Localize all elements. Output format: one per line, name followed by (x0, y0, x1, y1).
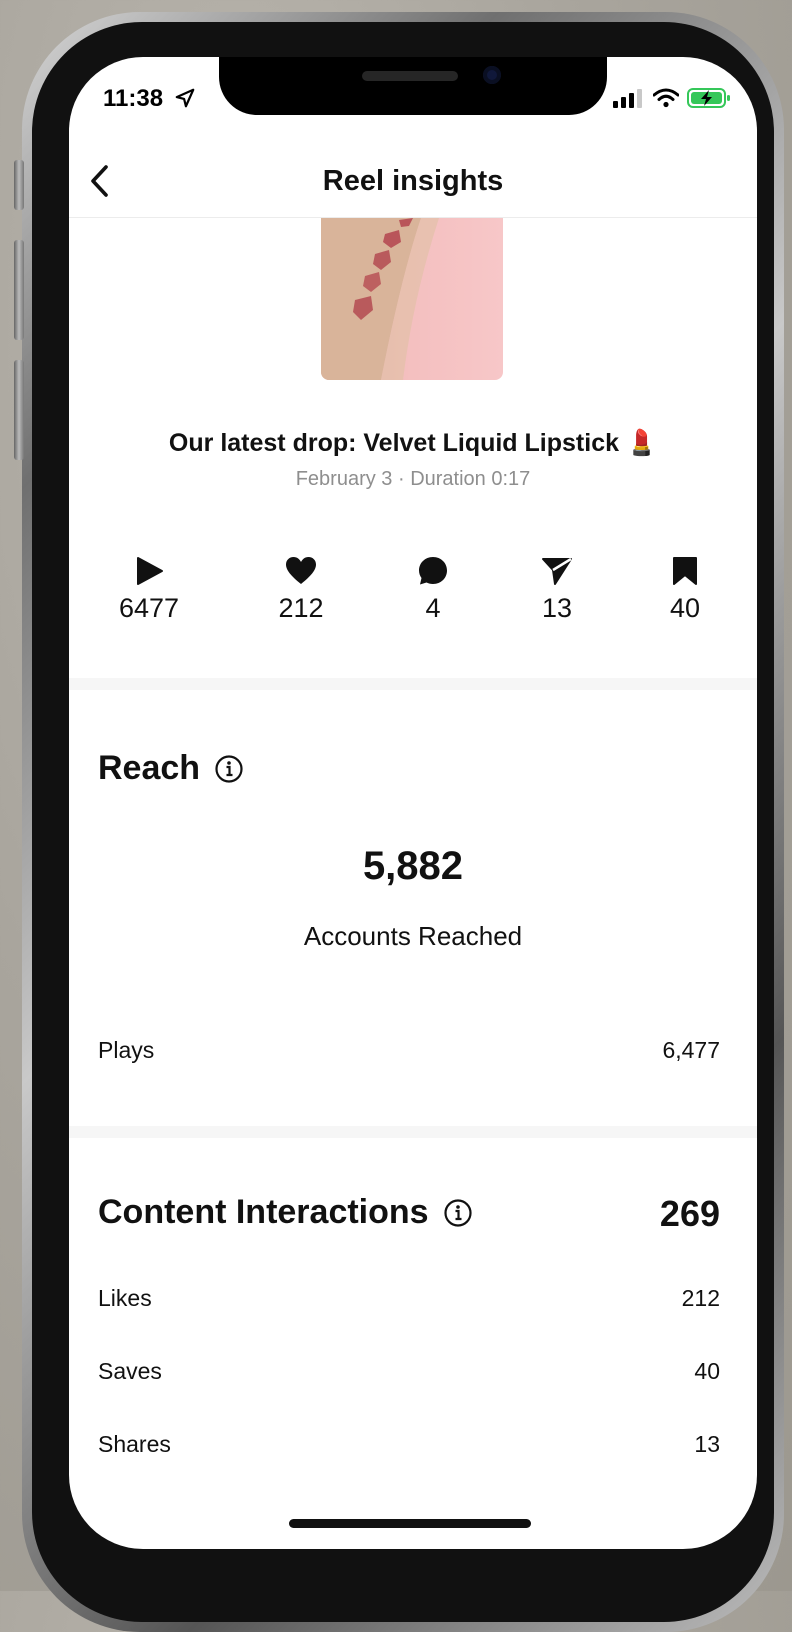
share-icon (542, 557, 572, 585)
plays-row: Plays 6,477 (98, 1037, 720, 1064)
info-icon[interactable] (214, 754, 244, 784)
heart-icon (286, 557, 316, 584)
volume-up-button (14, 240, 24, 340)
shares-row: Shares 13 (98, 1431, 720, 1458)
plays-label: Plays (98, 1037, 155, 1063)
stat-comments: 4 (383, 551, 483, 624)
page-title: Reel insights (322, 165, 504, 197)
accounts-reached-value: 5,882 (362, 844, 464, 888)
stat-likes: 212 (251, 551, 351, 624)
status-bar-time: 11:38 (103, 85, 196, 113)
plays-count: 6477 (118, 593, 180, 623)
volume-down-button (14, 360, 24, 460)
shares-label: Shares (98, 1431, 171, 1457)
stat-shares: 13 (507, 551, 607, 624)
comments-count: 4 (425, 593, 441, 623)
reel-date-duration: February 3 · Duration 0:17 (295, 468, 531, 490)
accounts-reached-label: Accounts Reached (303, 921, 523, 951)
section-divider (69, 678, 757, 690)
reel-thumbnail[interactable] (321, 218, 503, 380)
interactions-heading: Content Interactions (98, 1193, 473, 1232)
status-icons (613, 87, 731, 109)
comment-icon (419, 557, 447, 585)
wifi-icon (653, 88, 679, 108)
phone-screen: 11:38 Reel insights Our latest drop: Vel… (69, 57, 757, 1549)
home-indicator[interactable] (289, 1519, 531, 1528)
likes-value: 212 (681, 1285, 720, 1311)
bookmark-icon (673, 557, 697, 585)
reach-title: Reach (98, 749, 201, 787)
stat-saves: 40 (635, 551, 735, 624)
info-icon[interactable] (443, 1198, 473, 1228)
shares-value: 13 (694, 1431, 720, 1457)
speaker-grille (362, 71, 458, 81)
saves-label: Saves (98, 1358, 162, 1384)
saves-count: 40 (669, 593, 701, 623)
lipstick-swatch-image (321, 218, 439, 380)
saves-row: Saves 40 (98, 1358, 720, 1385)
likes-row: Likes 212 (98, 1285, 720, 1312)
likes-count: 212 (278, 593, 324, 623)
interactions-title: Content Interactions (98, 1193, 429, 1231)
interactions-total: 269 (659, 1193, 720, 1234)
shares-count: 13 (541, 593, 573, 623)
reach-heading: Reach (98, 749, 244, 788)
time-label: 11:38 (103, 85, 164, 112)
front-camera (483, 66, 501, 84)
play-icon (137, 557, 163, 585)
mute-switch (14, 160, 24, 210)
saves-value: 40 (694, 1358, 720, 1384)
section-divider (69, 1126, 757, 1138)
notch (219, 57, 607, 115)
battery-charging-icon (687, 88, 730, 108)
plays-value: 6,477 (662, 1037, 720, 1063)
likes-label: Likes (98, 1285, 152, 1311)
app-header: Reel insights (69, 147, 757, 218)
stat-plays: 6477 (99, 551, 199, 624)
location-arrow-icon (175, 88, 195, 108)
reel-title: Our latest drop: Velvet Liquid Lipstick … (168, 429, 658, 457)
cellular-signal-icon (613, 89, 642, 108)
